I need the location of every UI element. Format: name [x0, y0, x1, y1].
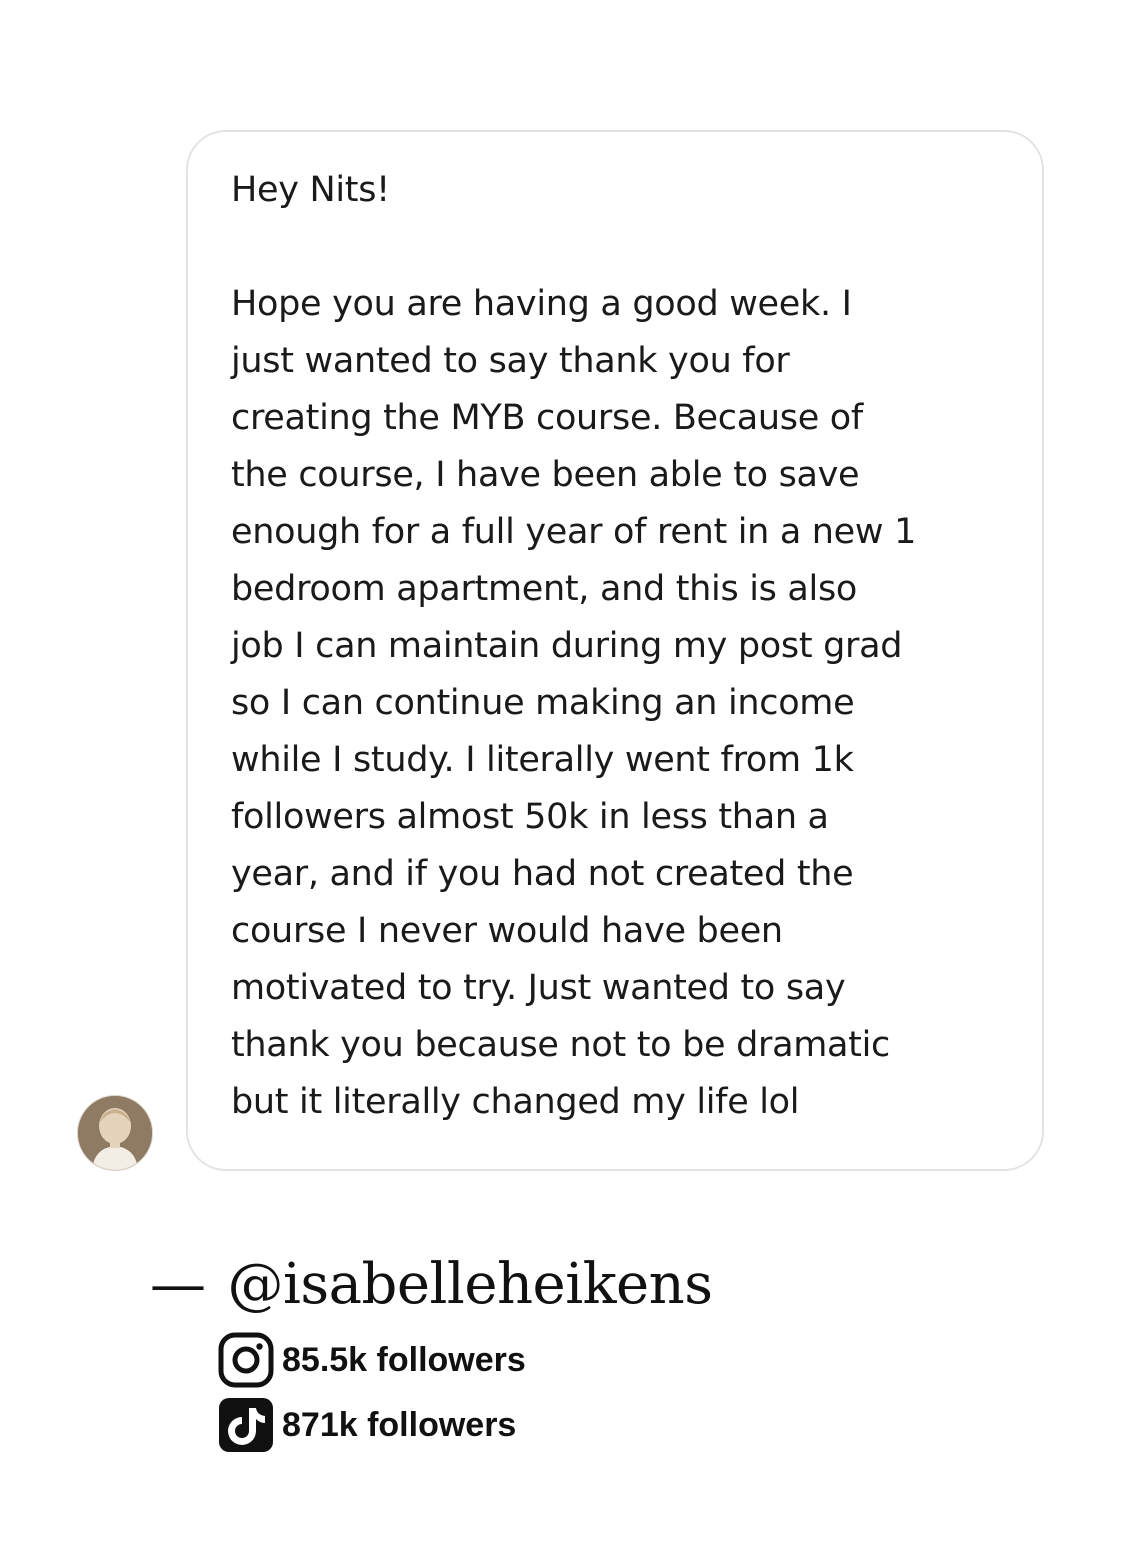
instagram-followers: 85.5k followers [282, 1340, 526, 1379]
tiktok-stat: 871k followers [218, 1397, 516, 1453]
message-line: just wanted to say thank you for [231, 341, 790, 381]
message-line: job I can maintain during my post grad [231, 626, 903, 666]
tiktok-icon [219, 1398, 273, 1452]
message-line: thank you because not to be dramatic [231, 1025, 890, 1065]
message-bubble: Hey Nits! Hope you are having a good wee… [186, 130, 1044, 1171]
message-line: followers almost 50k in less than a [231, 797, 829, 837]
attribution-handle[interactable]: @isabelleheikens [228, 1252, 713, 1317]
message-body: Hope you are having a good week. I just … [231, 276, 1002, 1131]
message-line: Hope you are having a good week. I [231, 284, 852, 324]
message-line: so I can continue making an income [231, 683, 855, 723]
instagram-stat: 85.5k followers [218, 1332, 526, 1388]
message-line: the course, I have been able to save [231, 455, 860, 495]
message-line: but it literally changed my life lol [231, 1082, 800, 1122]
message-line: while I study. I literally went from 1k [231, 740, 854, 780]
tiktok-followers: 871k followers [282, 1405, 517, 1444]
attribution: — @isabelleheikens [150, 1252, 713, 1318]
avatar-photo [78, 1096, 152, 1170]
attribution-dash: — [150, 1252, 206, 1317]
message-line: enough for a full year of rent in a new … [231, 512, 917, 552]
instagram-icon [218, 1332, 274, 1388]
message-greeting: Hey Nits! [231, 170, 390, 210]
message-line: creating the MYB course. Because of [231, 398, 863, 438]
message-line: motivated to try. Just wanted to say [231, 968, 846, 1008]
message-line: bedroom apartment, and this is also [231, 569, 858, 609]
sender-avatar[interactable] [78, 1096, 152, 1170]
message-line: course I never would have been [231, 911, 783, 951]
message-line: year, and if you had not created the [231, 854, 854, 894]
